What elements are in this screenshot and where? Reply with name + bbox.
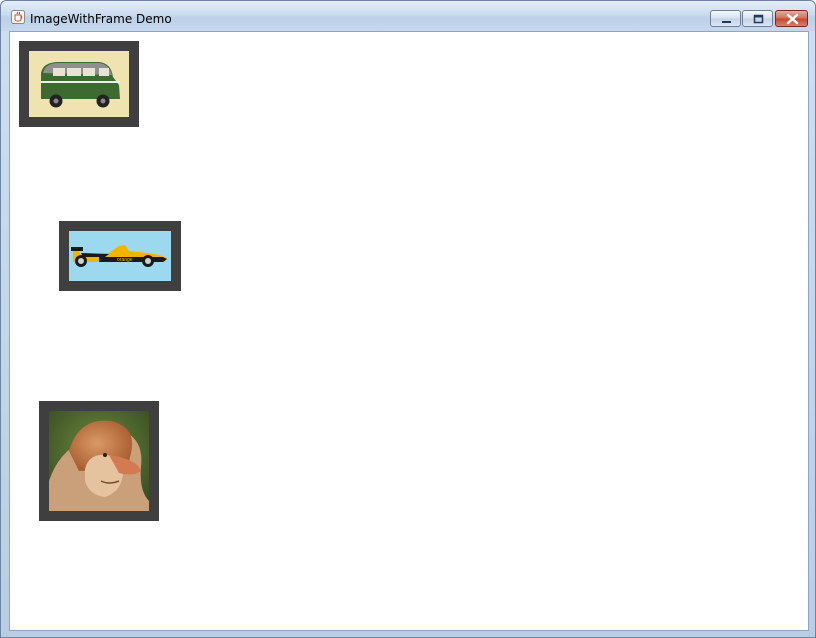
window-title: ImageWithFrame Demo [30,12,172,26]
car-sponsor-text: orange [117,257,133,263]
java-cup-icon [11,10,25,24]
app-window: ImageWithFrame Demo orange [0,0,816,638]
title-bar[interactable]: ImageWithFrame Demo [1,1,815,31]
minimize-button[interactable] [710,10,741,27]
image-frame-race-car: orange [59,221,181,291]
close-icon [786,13,799,25]
image-frame-monkey [39,401,159,521]
van-image [29,51,129,117]
race-car-image: orange [69,231,171,281]
image-frame-van [19,41,139,127]
close-button[interactable] [775,10,808,27]
maximize-icon [753,14,764,24]
content-panel: orange [9,31,809,631]
maximize-button[interactable] [742,10,773,27]
minimize-icon [722,21,731,23]
monkey-image [49,411,149,511]
